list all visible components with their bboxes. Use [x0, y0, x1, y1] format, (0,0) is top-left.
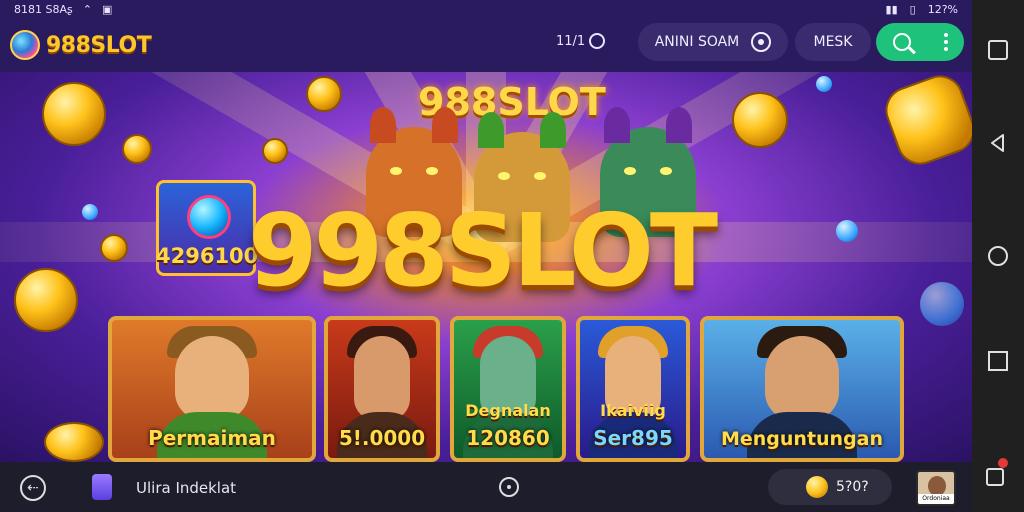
game-card-label: Ser895 [593, 426, 673, 450]
nav-home-icon[interactable] [988, 246, 1008, 266]
status-bar: 8181 S8Aʂ ⌃ ▣ ▮▮ ▯ 12?% [0, 0, 972, 18]
hero-banner[interactable]: 988SLOT 4296100 998SLOT Permaiman 5!.000… [0, 72, 972, 462]
game-card-4[interactable]: Ikaiviig Ser895 [576, 316, 690, 462]
jackpot-value: 4296100 [156, 244, 259, 268]
search-icon[interactable] [892, 33, 911, 51]
coin-icon [806, 476, 828, 498]
gift-icon[interactable] [92, 474, 112, 500]
status-left-text: 8181 S8Aʂ [14, 2, 73, 16]
logo-text: 988SLOT [46, 32, 152, 58]
refresh-icon [589, 33, 606, 49]
gem-icon [816, 76, 832, 92]
avatar[interactable]: Ordoniaa [916, 470, 956, 506]
game-card-1[interactable]: Permaiman [108, 316, 316, 462]
orb-icon [187, 195, 231, 239]
masuk-label: MESK [813, 34, 853, 50]
game-card-label: Menguntungan [720, 428, 884, 450]
bottom-bar: ⇠ Ulira Indeklat 5?0? Ordoniaa [0, 462, 972, 512]
nav-recent-icon[interactable] [988, 351, 1008, 371]
back-icon[interactable]: ⇠ [20, 475, 46, 501]
header-indicator: 11/1 [556, 33, 606, 49]
app-header: 988SLOT 11/1 ANINI SOAM MESK [0, 18, 972, 72]
game-card-label: 5!.0000 [338, 426, 426, 450]
game-card-3[interactable]: Degnalan 120860 [450, 316, 566, 462]
coin-icon [878, 72, 972, 172]
wifi-icon: ⌃ [82, 2, 92, 16]
game-card-2[interactable]: 5!.0000 [324, 316, 440, 462]
coin-icon [306, 76, 342, 112]
user-pill-button[interactable]: ANINI SOAM [638, 23, 788, 61]
indicator-text: 11/1 [556, 33, 586, 49]
masuk-button[interactable]: MESK [795, 23, 871, 61]
logo-ball-icon [10, 30, 40, 60]
game-card-sublabel: Ikaiviig [600, 401, 666, 420]
battery-text: 12?% [927, 2, 958, 16]
home-indicator-icon[interactable] [499, 477, 519, 497]
more-vert-icon[interactable] [943, 33, 948, 51]
game-card-5[interactable]: Menguntungan [700, 316, 904, 462]
gem-icon [836, 220, 858, 242]
user-pill-label: ANINI SOAM [654, 34, 740, 50]
avatar-tag: Ordoniaa [918, 494, 954, 504]
gem-icon [920, 282, 964, 326]
gem-icon [82, 204, 98, 220]
rotate-icon[interactable] [988, 40, 1008, 60]
balance-value: 5?0? [836, 479, 869, 495]
coin-icon [122, 134, 152, 164]
bottom-bar-label[interactable]: Ulira Indeklat [136, 479, 236, 497]
notification-icon[interactable] [984, 458, 1010, 488]
game-card-sublabel: Degnalan [465, 401, 551, 420]
coin-icon [732, 92, 788, 148]
nav-back-icon[interactable] [988, 133, 1008, 157]
avatar-face [928, 476, 946, 496]
coin-icon [262, 138, 288, 164]
signal-icon: ▮▮ [885, 2, 898, 16]
camera-icon [751, 32, 772, 52]
game-card-label: Permaiman [148, 426, 276, 450]
coin-icon [44, 422, 104, 462]
coin-icon [42, 82, 106, 146]
coin-icon [100, 234, 128, 262]
chart-icon: ▣ [101, 2, 113, 16]
balance-pill[interactable]: 5?0? [768, 469, 892, 505]
battery-icon: ▯ [909, 2, 916, 16]
coin-icon [14, 268, 78, 332]
action-pill [876, 23, 964, 61]
hero-title-big: 998SLOT [248, 192, 718, 309]
site-logo[interactable]: 988SLOT [10, 30, 152, 60]
game-card-label: 120860 [466, 426, 550, 450]
android-nav-bar [972, 0, 1024, 512]
